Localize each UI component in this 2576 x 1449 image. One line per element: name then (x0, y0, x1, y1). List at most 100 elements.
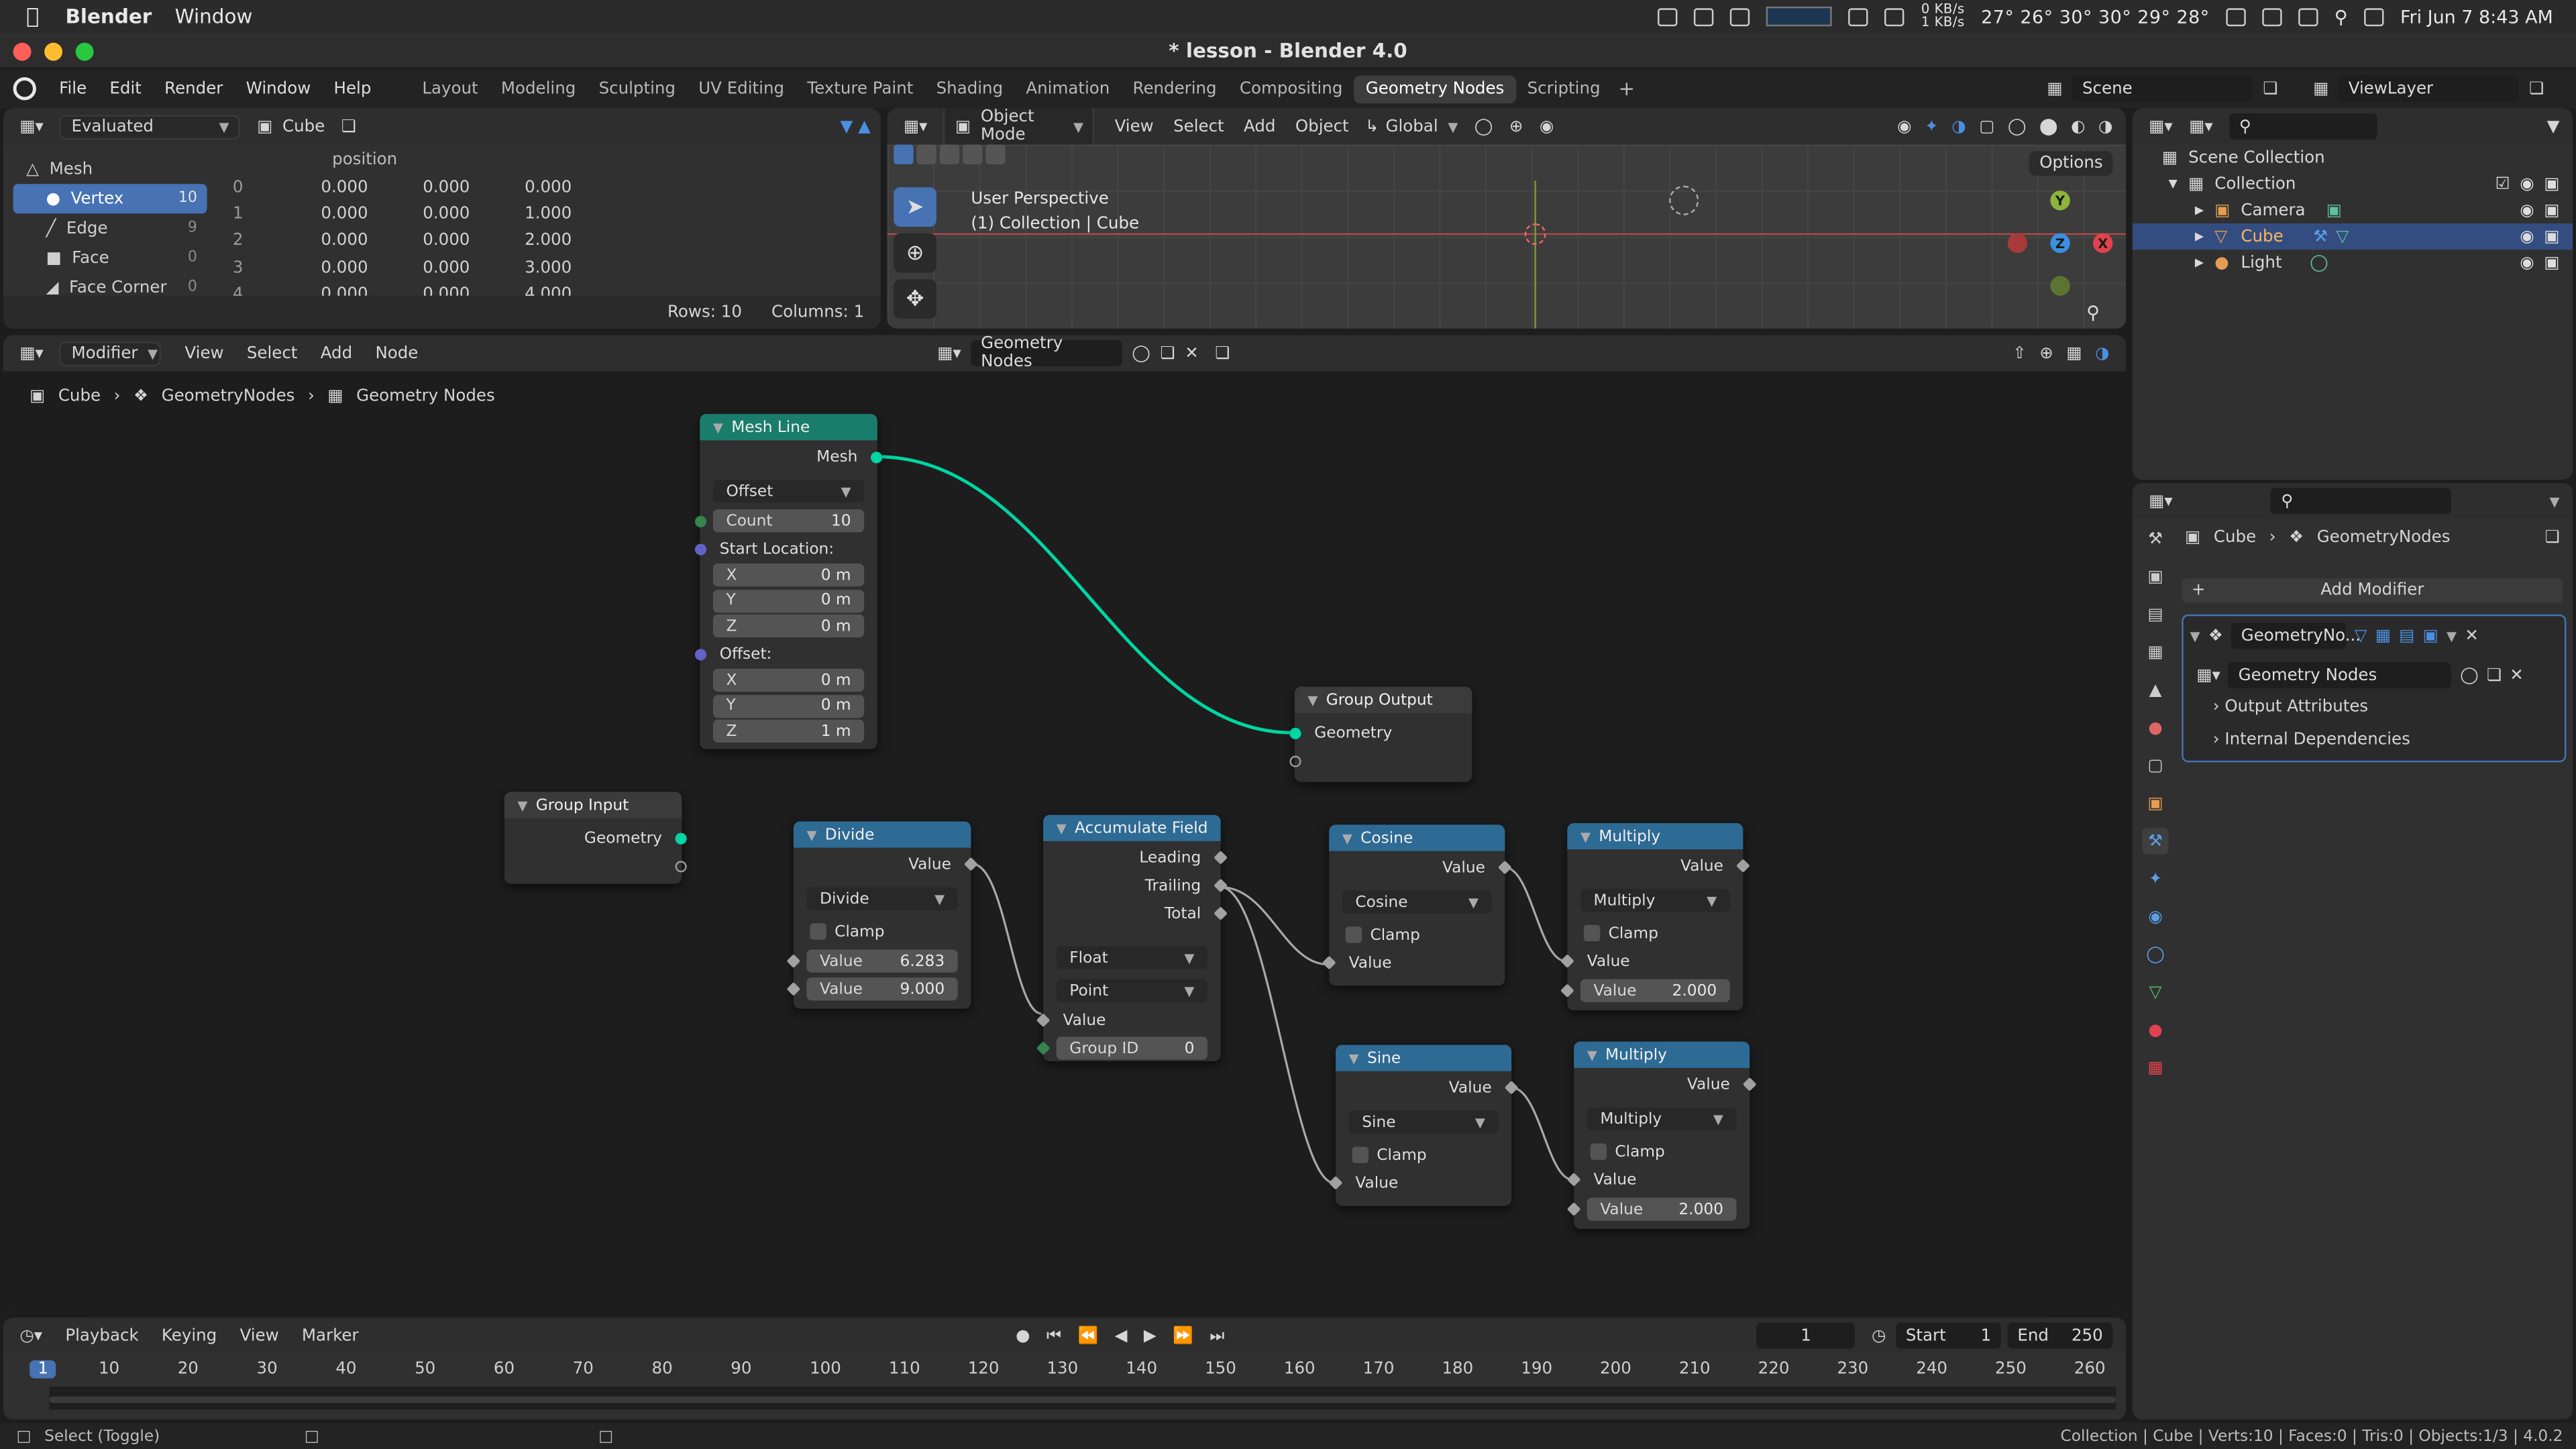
clamp-checkbox[interactable]: Clamp (1583, 922, 1658, 945)
particles-tab-icon[interactable]: ✦ (2142, 866, 2168, 892)
render-tab-icon[interactable]: ▣ (2142, 564, 2168, 590)
wifi-icon[interactable] (2298, 7, 2318, 25)
node-sine[interactable]: ▼ Sine Value Sine ▼ Clamp Value (1328, 1044, 1519, 1206)
status-icon[interactable] (1730, 7, 1751, 25)
overlay-icon[interactable]: ◑ (1951, 117, 1966, 136)
chevron-down-icon[interactable]: ▼ (1587, 1047, 1597, 1062)
end-frame-field[interactable]: End 250 (2007, 1322, 2113, 1349)
operation-dropdown[interactable]: Cosine ▼ (1342, 890, 1492, 914)
value-field[interactable]: Value 2.000 (1587, 1197, 1737, 1221)
chevron-down-icon[interactable]: ▼ (2549, 494, 2559, 508)
node-accumulate-field[interactable]: ▼ Accumulate Field Leading Trailing Total… (1036, 814, 1228, 1062)
domain-dropdown[interactable]: Point ▼ (1056, 979, 1208, 1002)
gizmo-x-icon[interactable]: X (2093, 233, 2113, 254)
gizmo-neg-y-icon[interactable] (2050, 276, 2070, 296)
chevron-right-icon[interactable]: ▶ (2195, 230, 2204, 244)
outliner-item-camera[interactable]: ▶ ▣ Camera ▣ ◉ ▣ (2133, 197, 2573, 223)
chevron-down-icon[interactable]: ▼ (1057, 820, 1067, 835)
chevron-down-icon[interactable]: ▼ (2190, 629, 2200, 643)
start-location-y-field[interactable]: Y 0 m (712, 588, 865, 612)
bluetooth-icon[interactable] (2226, 7, 2246, 25)
current-frame-field[interactable]: 1 (1756, 1322, 1856, 1349)
snap-icon[interactable]: ⊕ (1509, 117, 1523, 136)
outliner-collection[interactable]: ▼ ▦ Collection ☑ ◉ ▣ (2133, 171, 2573, 197)
chevron-right-icon[interactable]: ▶ (2195, 256, 2204, 270)
menu-file[interactable]: File (59, 80, 87, 98)
world-tab-icon[interactable]: ● (2142, 714, 2168, 741)
chevron-down-icon[interactable]: ▼ (2169, 177, 2178, 191)
menu-keying[interactable]: Keying (162, 1327, 217, 1345)
offset-y-field[interactable]: Y 0 m (712, 694, 865, 717)
outliner-item-cube[interactable]: ▶ ▽ Cube ⚒ ▽ ◉ ▣ (2132, 223, 2573, 250)
node-multiply[interactable]: ▼ Multiply Value Multiply ▼ Clamp Value Va… (1566, 1041, 1757, 1229)
play-reverse-icon[interactable]: ◀ (1115, 1327, 1128, 1345)
tab-layout[interactable]: Layout (411, 74, 490, 103)
input-socket-start-location[interactable] (694, 543, 707, 555)
chevron-down-icon[interactable]: ▼ (1307, 692, 1318, 707)
start-location-x-field[interactable]: X 0 m (712, 564, 865, 587)
node-multiply[interactable]: ▼ Multiply Value Multiply ▼ Clamp Value Va… (1560, 822, 1750, 1011)
node-header[interactable]: ▼ Sine (1336, 1044, 1512, 1071)
menu-playback[interactable]: Playback (65, 1327, 138, 1345)
gizmo-neg-x-icon[interactable] (2007, 233, 2028, 254)
chevron-down-icon[interactable]: ▼ (1580, 829, 1591, 844)
filter-icon[interactable]: ▼ (2547, 117, 2560, 136)
column-header-position[interactable]: position (217, 145, 513, 174)
node-tree-icon[interactable]: ▦▾ (2196, 666, 2220, 684)
select-box-tool[interactable]: ➤ (894, 187, 936, 227)
menu-view[interactable]: View (1115, 117, 1154, 136)
render-shading-icon[interactable]: ◑ (2098, 117, 2112, 136)
material-shading-icon[interactable]: ◐ (2071, 117, 2085, 136)
node-cosine[interactable]: ▼ Cosine Value Cosine ▼ Clamp Value (1322, 824, 1512, 986)
input-socket-empty[interactable] (1289, 755, 1301, 767)
input-socket-count[interactable] (694, 515, 707, 528)
display-mode-icon[interactable]: ▦▾ (2189, 117, 2212, 136)
node-divide[interactable]: ▼ Divide Value Divide ▼ Clamp Value 6.283 V… (786, 821, 978, 1009)
add-workspace-button[interactable]: + (1618, 77, 1635, 100)
tool-tab-icon[interactable]: ⚒ (2142, 526, 2168, 552)
status-icon[interactable] (1694, 7, 1715, 25)
node-header[interactable]: ▼ Divide (793, 821, 971, 848)
select-new-icon[interactable] (894, 144, 914, 164)
menu-edit[interactable]: Edit (109, 80, 141, 98)
value-field[interactable]: Value 2.000 (1580, 979, 1730, 1002)
node-header[interactable]: ▼ Multiply (1574, 1041, 1750, 1068)
menu-add[interactable]: Add (1244, 117, 1275, 136)
node-header[interactable]: ▼ Mesh Line (700, 414, 877, 441)
zoom-icon[interactable]: ⚲ (2086, 303, 2100, 324)
pin-icon[interactable]: ❏ (341, 117, 356, 136)
material-tab-icon[interactable]: ● (2142, 1017, 2168, 1043)
chevron-down-icon[interactable]: ▼ (2447, 629, 2457, 643)
edit-mode-icon[interactable]: ▽ (2355, 627, 2367, 645)
apple-icon[interactable]:  (26, 4, 39, 29)
solid-shading-icon[interactable]: ⬤ (2039, 117, 2057, 136)
output-socket-empty[interactable] (675, 861, 687, 873)
outliner-search-input[interactable]: ⚲ (2229, 113, 2377, 140)
geometry-node-editor[interactable]: ▦▾ Modifier ▼ View Select Add Node ▦▾ Geomet… (3, 335, 2127, 1311)
data-tab-icon[interactable]: ▽ (2142, 979, 2168, 1006)
mode-dropdown[interactable]: Offset ▼ (712, 480, 865, 503)
play-icon[interactable]: ▶ (1144, 1327, 1157, 1345)
eye-icon[interactable]: ◉ (2520, 175, 2534, 193)
xray-icon[interactable]: ▢ (1979, 117, 1994, 136)
scene-selector[interactable]: Scene (2072, 75, 2253, 102)
clock-icon[interactable]: ◷ (1872, 1327, 1886, 1345)
cage-icon[interactable]: ▦ (2375, 627, 2391, 645)
camera-icon[interactable]: ▣ (2544, 254, 2559, 272)
output-socket-geometry[interactable] (675, 833, 687, 845)
select-invert-icon[interactable] (963, 144, 983, 164)
pivot-icon[interactable]: ◯ (1474, 117, 1493, 136)
filter-icon[interactable]: ▼ ▲ (841, 117, 871, 136)
input-socket-geometry[interactable] (1289, 727, 1301, 740)
evaluation-dropdown[interactable]: Evaluated ▼ (60, 114, 241, 139)
cursor-tool[interactable]: ⊕ (894, 233, 936, 273)
texture-tab-icon[interactable]: ▦ (2142, 1055, 2168, 1081)
tab-geometry-nodes[interactable]: Geometry Nodes (1354, 74, 1516, 103)
output-tab-icon[interactable]: ▤ (2142, 601, 2168, 627)
menu-marker[interactable]: Marker (302, 1327, 359, 1345)
data-type-dropdown[interactable]: Float ▼ (1056, 946, 1208, 969)
viewport-display-icon[interactable]: ▤ (2399, 627, 2414, 645)
output-socket-mesh[interactable] (870, 451, 883, 464)
camera-icon[interactable]: ▣ (2544, 175, 2559, 193)
menu-window[interactable]: Window (246, 80, 311, 98)
